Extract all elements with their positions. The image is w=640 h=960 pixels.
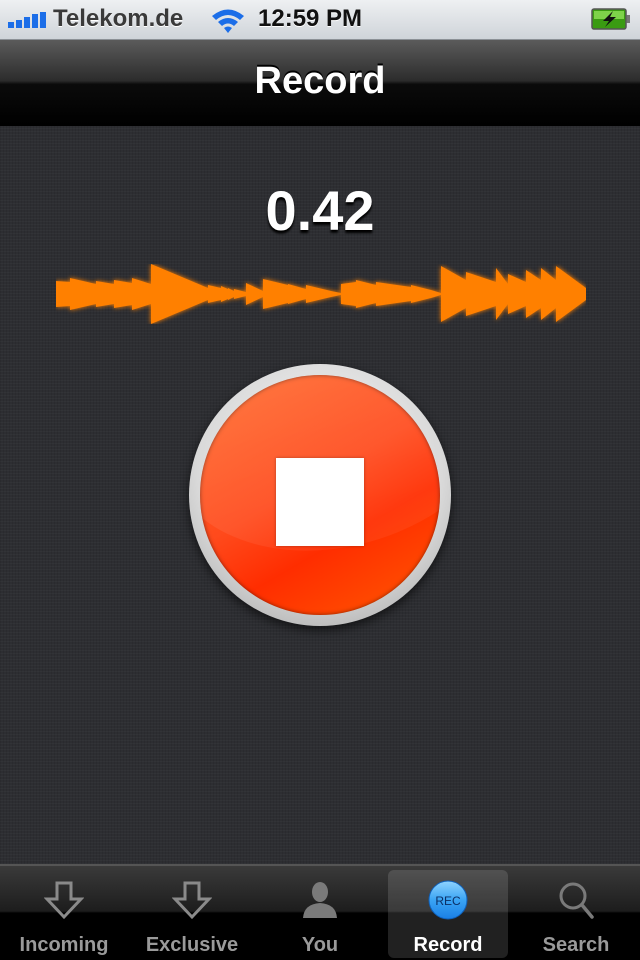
waveform-segment <box>234 289 246 299</box>
tab-search[interactable]: Search <box>516 870 636 958</box>
tab-label: Incoming <box>19 934 109 956</box>
waveform-segment <box>526 270 541 318</box>
tab-label: Record <box>413 934 483 956</box>
download-arrow-icon <box>44 881 84 920</box>
waveform-segment <box>431 290 441 298</box>
waveform-segment <box>228 288 234 300</box>
tab-label: Exclusive <box>145 934 239 956</box>
tab-record[interactable]: REC Record <box>388 870 508 958</box>
rec-badge-icon: REC <box>428 880 468 920</box>
tab-bar: Incoming Exclusive You REC Record Search <box>0 864 640 960</box>
tab-incoming[interactable]: Incoming <box>4 870 124 958</box>
waveform-segment <box>56 281 70 307</box>
waveform-segment <box>466 272 496 316</box>
tab-label: Search <box>542 934 610 956</box>
carrier-name: Telekom.de <box>53 5 184 32</box>
stop-icon <box>276 458 364 546</box>
person-icon <box>303 882 337 918</box>
waveform-segment <box>114 280 132 308</box>
signal-bars-icon <box>8 12 46 28</box>
rec-badge-text: REC <box>435 894 461 908</box>
waveform-segment <box>221 286 228 302</box>
waveform-segment <box>306 285 331 303</box>
waveform-segment <box>376 282 411 306</box>
waveform-segment <box>132 278 151 310</box>
waveform-segment <box>341 282 356 306</box>
search-icon <box>559 882 594 919</box>
waveform-segment <box>496 268 508 320</box>
stop-button-face <box>200 375 440 615</box>
audio-waveform <box>56 264 586 324</box>
tab-you[interactable]: You <box>260 870 380 958</box>
waveform-segment <box>331 291 341 297</box>
waveform-segment <box>356 280 376 308</box>
waveform-segment <box>556 266 586 322</box>
waveform-segment <box>411 285 431 303</box>
waveform-segment <box>263 279 288 309</box>
waveform-segment <box>70 278 96 310</box>
tab-label: You <box>301 934 339 956</box>
wifi-icon <box>212 9 244 33</box>
waveform-segment <box>441 266 466 322</box>
clock: 12:59 PM <box>258 5 363 32</box>
battery-charging-icon <box>591 8 630 30</box>
waveform-segment <box>151 264 208 324</box>
download-arrow-icon <box>172 881 212 920</box>
waveform-segment <box>541 268 556 320</box>
elapsed-time: 0.42 <box>265 179 375 242</box>
status-bar: Telekom.de 12:59 PM <box>0 0 640 40</box>
screen: Telekom.de 12:59 PM Record 0.42 Incoming… <box>0 0 640 960</box>
tab-exclusive[interactable]: Exclusive <box>132 870 252 958</box>
recorder-panel: 0.42 <box>0 126 640 864</box>
navigation-bar: Record <box>0 40 640 126</box>
waveform-segment <box>508 274 526 314</box>
waveform-segment <box>246 283 263 305</box>
page-title: Record <box>254 60 386 102</box>
stop-recording-button[interactable] <box>189 364 451 626</box>
waveform-segment <box>208 285 221 303</box>
waveform-segment <box>288 284 306 304</box>
waveform-segment <box>96 281 114 307</box>
